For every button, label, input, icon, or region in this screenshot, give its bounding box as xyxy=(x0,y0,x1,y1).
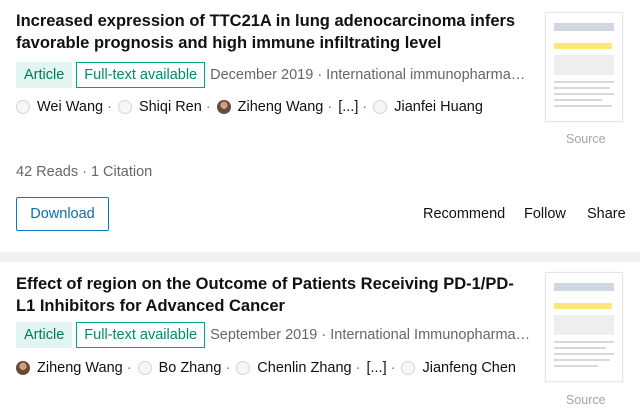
publication-meta: September 2019 · International Immunopha… xyxy=(210,327,533,343)
separator: · xyxy=(390,360,396,376)
author-item[interactable]: Jianfei Huang xyxy=(373,99,483,115)
preview-header xyxy=(554,283,614,291)
publication-meta: December 2019 · International immunophar… xyxy=(210,67,533,83)
author-item[interactable]: Ziheng Wang xyxy=(216,99,324,115)
author-name: Chenlin Zhang xyxy=(257,360,352,376)
avatar-placeholder-icon xyxy=(117,100,132,114)
preview-line xyxy=(554,347,606,349)
author-item[interactable]: Chenlin Zhang xyxy=(236,360,352,376)
avatar xyxy=(216,100,231,114)
author-name: Wei Wang xyxy=(37,99,104,115)
author-name: Bo Zhang xyxy=(158,360,222,376)
author-item[interactable]: Shiqi Ren xyxy=(117,99,202,115)
more-authors-label: [...] xyxy=(366,360,387,376)
publication-preview-thumbnail[interactable] xyxy=(545,12,623,122)
article-badge: Article xyxy=(16,322,73,348)
avatar-placeholder-icon xyxy=(137,361,152,375)
avatar-placeholder-icon xyxy=(373,100,388,114)
separator: · xyxy=(362,99,368,115)
article-badge: Article xyxy=(16,62,73,88)
separator: · xyxy=(205,99,211,115)
separator: · xyxy=(126,360,132,376)
preview-header xyxy=(554,23,614,31)
more-authors-button[interactable]: [...] xyxy=(338,99,358,115)
preview-line xyxy=(554,93,614,95)
author-name: Shiqi Ren xyxy=(138,99,202,115)
author-name: Ziheng Wang xyxy=(37,360,123,376)
separator: · xyxy=(225,360,231,376)
card-divider xyxy=(0,252,640,262)
author-item[interactable]: Jianfeng Chen xyxy=(401,360,516,376)
author-list: Wei Wang · Shiqi Ren · Ziheng Wang · [..… xyxy=(16,97,483,117)
preview-line xyxy=(554,353,614,355)
avatar-placeholder-icon xyxy=(236,361,251,375)
preview-line xyxy=(554,341,614,343)
avatar-placeholder-icon xyxy=(401,361,416,375)
source-label: Source xyxy=(566,132,606,146)
preview-line xyxy=(554,87,610,89)
follow-button[interactable]: Follow xyxy=(524,206,566,222)
author-name: Ziheng Wang xyxy=(237,99,324,115)
separator: · xyxy=(327,99,333,115)
author-item[interactable]: Ziheng Wang xyxy=(16,360,123,376)
preview-highlight xyxy=(554,303,612,309)
download-button[interactable]: Download xyxy=(16,197,109,231)
publication-card: Effect of region on the Outcome of Patie… xyxy=(0,262,640,413)
avatar xyxy=(16,361,30,375)
preview-block xyxy=(554,55,614,75)
author-item[interactable]: Bo Zhang xyxy=(137,360,222,376)
preview-line xyxy=(554,105,612,107)
publication-title[interactable]: Effect of region on the Outcome of Patie… xyxy=(16,273,531,317)
separator: · xyxy=(355,360,361,376)
source-label: Source xyxy=(566,393,606,407)
publication-tags: Article Full-text available September 20… xyxy=(16,322,532,348)
fulltext-badge[interactable]: Full-text available xyxy=(76,322,206,348)
preview-line xyxy=(554,81,614,83)
author-list: Ziheng Wang · Bo Zhang · Chenlin Zhang ·… xyxy=(16,358,516,378)
author-name: Jianfei Huang xyxy=(394,99,483,115)
preview-line xyxy=(554,99,602,101)
preview-block xyxy=(554,315,614,335)
recommend-button[interactable]: Recommend xyxy=(423,206,505,222)
author-item[interactable]: Wei Wang xyxy=(16,99,103,115)
publication-title[interactable]: Increased expression of TTC21A in lung a… xyxy=(16,10,531,54)
publication-card: Increased expression of TTC21A in lung a… xyxy=(0,0,640,252)
fulltext-badge[interactable]: Full-text available xyxy=(76,62,206,88)
preview-line xyxy=(554,365,598,367)
avatar-placeholder-icon xyxy=(16,100,30,114)
preview-line xyxy=(554,359,610,361)
more-authors-label: [...] xyxy=(338,99,359,115)
publication-preview-thumbnail[interactable] xyxy=(545,272,623,382)
reads-citations: 42 Reads · 1 Citation xyxy=(16,164,153,180)
share-button[interactable]: Share xyxy=(587,206,626,222)
author-name: Jianfeng Chen xyxy=(422,360,516,376)
more-authors-button[interactable]: [...] xyxy=(366,360,386,376)
publication-tags: Article Full-text available December 201… xyxy=(16,62,532,88)
separator: · xyxy=(107,99,112,115)
preview-highlight xyxy=(554,43,612,49)
